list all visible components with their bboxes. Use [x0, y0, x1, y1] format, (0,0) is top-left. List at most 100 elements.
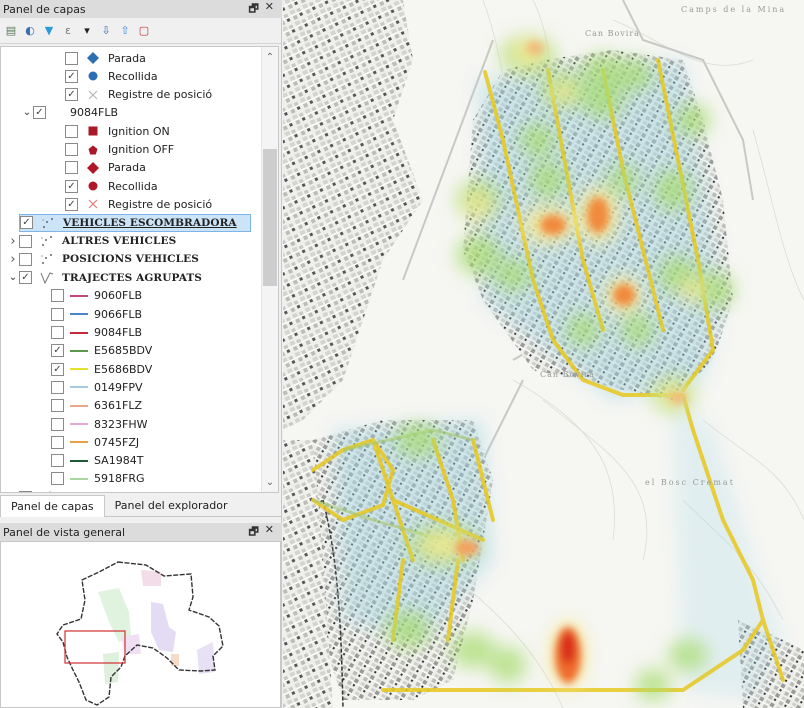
line-symbol-icon [70, 473, 88, 485]
layer-visibility-checkbox[interactable] [51, 326, 64, 339]
layer-row[interactable]: ✓ Recollida [53, 67, 158, 85]
layer-label: 9060FLB [94, 289, 142, 303]
layer-row[interactable]: 9060FLB [39, 287, 142, 305]
float-panel-icon[interactable]: 🗗 [248, 523, 258, 542]
layer-row[interactable]: 0149FPV [39, 378, 142, 396]
layer-group-row[interactable]: › ALTRES VEHICLES [7, 232, 176, 250]
line-symbol-icon [70, 381, 88, 393]
map-canvas[interactable]: Camps de la Mina Can Bovira Can Bovira e… [283, 0, 804, 708]
circle-marker-icon [84, 70, 102, 82]
dropdown-arrow-icon[interactable]: ▾ [79, 23, 95, 39]
line-symbol-icon [70, 327, 88, 339]
layer-visibility-checkbox[interactable] [65, 161, 78, 175]
layer-visibility-checkbox[interactable] [51, 380, 64, 394]
layer-visibility-checkbox[interactable] [19, 234, 32, 248]
layer-label: TRAJECTES AGRUPATS [62, 271, 202, 284]
line-symbol-icon [70, 345, 88, 357]
layer-visibility-checkbox[interactable] [65, 143, 78, 156]
expand-all-icon[interactable]: ⇩ [98, 23, 114, 39]
line-symbol-icon [70, 308, 88, 320]
layer-visibility-checkbox[interactable]: ✓ [51, 344, 64, 358]
layer-visibility-checkbox[interactable] [65, 124, 78, 138]
layer-visibility-checkbox[interactable] [51, 417, 64, 431]
layer-row[interactable]: ✓ Recollida [53, 177, 158, 195]
open-layer-styling-icon[interactable]: ▤ [3, 23, 19, 39]
add-group-icon[interactable]: ◐ [22, 23, 38, 39]
layer-visibility-checkbox[interactable]: ✓ [65, 179, 78, 193]
layer-row[interactable]: 8323FHW [39, 415, 147, 433]
layer-visibility-checkbox[interactable] [51, 399, 64, 413]
scroll-up-icon[interactable]: ⌃ [262, 49, 278, 65]
layer-visibility-checkbox[interactable] [65, 51, 78, 65]
remove-layer-icon[interactable]: ▢ [136, 23, 152, 39]
scroll-down-icon[interactable]: ⌄ [262, 474, 278, 490]
float-panel-icon[interactable]: 🗗 [248, 0, 258, 19]
layer-row[interactable]: SA1984T [39, 452, 143, 470]
diamond-marker-icon [84, 161, 102, 174]
layer-visibility-checkbox[interactable] [51, 435, 64, 449]
expand-chevron-icon[interactable]: › [7, 490, 19, 492]
municipality-boundary [56, 561, 224, 706]
layer-visibility-checkbox[interactable]: ✓ [65, 197, 78, 211]
layer-row[interactable]: Ignition OFF [53, 141, 174, 159]
layer-row[interactable]: Parada [53, 49, 146, 67]
tree-scrollbar[interactable]: ⌃ ⌄ [261, 47, 278, 492]
layer-visibility-checkbox[interactable] [19, 252, 32, 266]
dock-tabs: Panel de capas Panel del explorador [0, 495, 282, 517]
layer-visibility-checkbox[interactable]: ✓ [19, 271, 32, 285]
layers-panel-title: Panel de capas [3, 2, 86, 16]
layer-visibility-checkbox[interactable]: ✓ [65, 69, 78, 83]
place-label-camps-de-la-mina: Camps de la Mina [681, 5, 787, 14]
layer-group-row[interactable]: › TRAJECTES TRAMIFICATS [7, 488, 222, 492]
collapse-chevron-icon[interactable]: ⌄ [21, 107, 33, 118]
square-marker-icon [84, 125, 102, 137]
layer-row[interactable]: 5918FRG [39, 470, 145, 488]
layer-group-row[interactable]: › POSICIONS VEHICLES [7, 250, 199, 268]
layer-row[interactable]: ✓ Registre de posició [53, 86, 212, 104]
layer-visibility-checkbox[interactable] [51, 472, 64, 486]
layer-visibility-checkbox[interactable]: ✓ [51, 362, 64, 376]
close-panel-icon[interactable]: ✕ [265, 523, 274, 542]
filter-legend-icon[interactable]: ▼ [41, 23, 57, 39]
layer-row[interactable]: 9084FLB [39, 324, 142, 342]
layer-visibility-checkbox[interactable] [51, 454, 64, 468]
tab-browser-panel[interactable]: Panel del explorador [105, 495, 238, 517]
expand-chevron-icon[interactable]: › [7, 252, 19, 267]
layer-row[interactable]: 6361FLZ [39, 397, 142, 415]
layer-label: 5918FRG [94, 472, 145, 486]
scroll-thumb[interactable] [263, 149, 277, 286]
layer-row[interactable]: Ignition ON [53, 122, 170, 140]
tab-layers-panel[interactable]: Panel de capas [0, 495, 105, 517]
layer-visibility-checkbox[interactable]: ✓ [33, 106, 46, 120]
layer-group-row[interactable]: ✓ VEHICLES ESCOMBRADORA [19, 213, 251, 232]
layer-row[interactable]: 0745FZJ [39, 433, 139, 451]
layer-row[interactable]: 9066FLB [39, 305, 142, 323]
layer-row[interactable]: ⌄ ✓ 9084FLB [21, 104, 118, 122]
layer-row[interactable]: Parada [53, 159, 146, 177]
collapse-chevron-icon[interactable]: ⌄ [7, 272, 19, 283]
layer-label: 6361FLZ [94, 399, 142, 413]
line-symbol-icon [70, 290, 88, 302]
layer-visibility-checkbox[interactable]: ✓ [20, 216, 33, 230]
line-symbol-icon [70, 455, 88, 467]
layer-label: POSICIONS VEHICLES [62, 253, 199, 266]
overview-map[interactable] [0, 541, 281, 708]
close-panel-icon[interactable]: ✕ [265, 0, 274, 19]
layer-group-row[interactable]: ⌄ ✓ TRAJECTES AGRUPATS [7, 269, 202, 287]
filter-expression-icon[interactable]: ε [60, 23, 76, 39]
layers-toolbar: ▤ ◐ ▼ ε ▾ ⇩ ⇧ ▢ [0, 18, 282, 44]
layer-visibility-checkbox[interactable] [51, 289, 64, 303]
layer-visibility-checkbox[interactable] [19, 490, 32, 492]
collapse-all-icon[interactable]: ⇧ [117, 23, 133, 39]
layer-row[interactable]: ✓ E5686BDV [39, 360, 152, 378]
overview-patch [98, 588, 131, 642]
layer-row[interactable]: ✓ Registre de posició [53, 195, 212, 213]
place-label-el-bosc-cremat: el Bosc Cremat [645, 478, 735, 487]
left-dock: Panel de capas 🗗 ✕ ▤ ◐ ▼ ε ▾ ⇩ ⇧ ▢ Parada ✓ Recol… [0, 0, 282, 708]
layer-row[interactable]: ✓ E5685BDV [39, 342, 152, 360]
layer-visibility-checkbox[interactable]: ✓ [65, 88, 78, 102]
layer-label: SA1984T [94, 454, 144, 468]
expand-chevron-icon[interactable]: › [7, 234, 19, 249]
point-layer-icon [38, 235, 56, 247]
layer-visibility-checkbox[interactable] [51, 307, 64, 321]
